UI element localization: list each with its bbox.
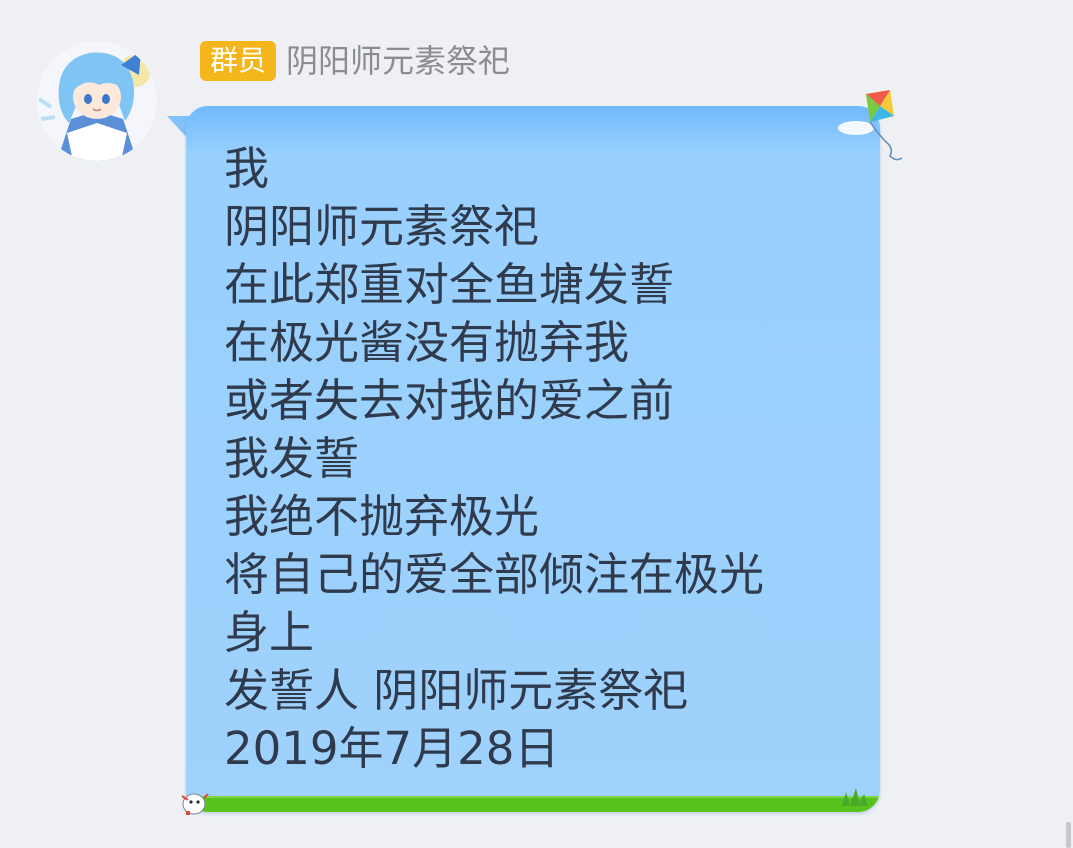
avatar[interactable] (37, 41, 157, 161)
message-line: 在此郑重对全鱼塘发誓 (224, 258, 675, 311)
kite-icon (838, 90, 903, 161)
mascot-icon (181, 793, 209, 815)
scrollbar-thumb[interactable] (1066, 822, 1071, 848)
anime-avatar-icon (37, 41, 157, 161)
message-line: 发誓人 阴阳师元素祭祀 (224, 664, 689, 717)
message-line: 在极光酱没有抛弃我 (224, 316, 630, 369)
message-line: 将自己的爱全部倾注在极光 (224, 548, 765, 601)
message-line: 我 (224, 142, 270, 195)
plant-icon (842, 788, 868, 806)
message-line: 我发誓 (224, 432, 360, 485)
message-bubble[interactable]: 我 阴阳师元素祭祀 在此郑重对全鱼塘发誓 在极光酱没有抛弃我 或者失去对我的爱之… (186, 106, 880, 812)
message-line: 身上 (224, 606, 315, 659)
message-line: 我绝不抛弃极光 (224, 490, 540, 543)
sender-name[interactable]: 阴阳师元素祭祀 (286, 41, 510, 81)
message-line: 阴阳师元素祭祀 (224, 200, 540, 253)
sender-header: 群员 阴阳师元素祭祀 (200, 40, 510, 82)
member-badge: 群员 (200, 41, 277, 81)
message-line: 2019年7月28日 (224, 722, 560, 775)
message-text: 我 阴阳师元素祭祀 在此郑重对全鱼塘发誓 在极光酱没有抛弃我 或者失去对我的爱之… (224, 140, 860, 778)
message-line: 或者失去对我的爱之前 (224, 374, 675, 427)
grass-strip (186, 796, 880, 812)
